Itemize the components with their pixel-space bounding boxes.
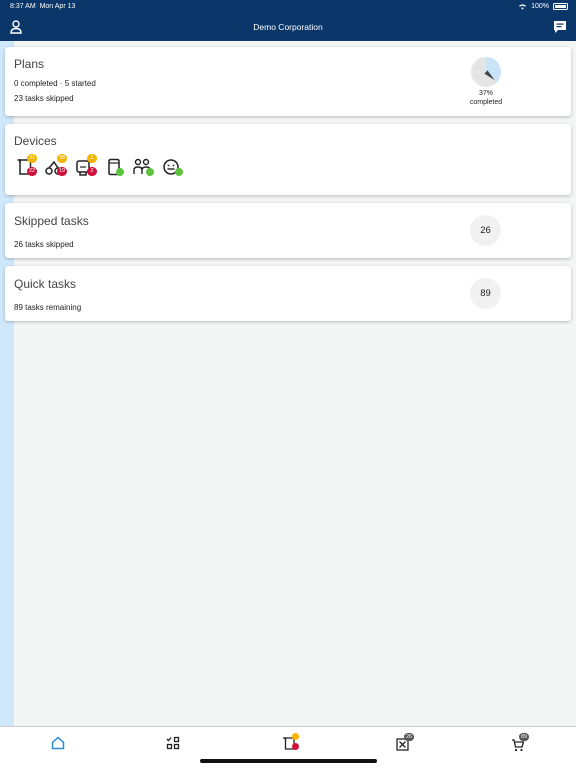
device-badge-red: 19 — [57, 167, 68, 176]
chat-icon[interactable] — [552, 19, 568, 35]
plans-summary: 0 completed · 5 started — [14, 79, 96, 88]
plans-title: Plans — [14, 57, 45, 71]
device-badge-red: 22 — [27, 167, 38, 176]
tab-printers[interactable] — [282, 733, 302, 753]
battery-icon — [553, 3, 568, 10]
device-status-ok — [175, 168, 183, 176]
tab-cart[interactable]: 89 — [511, 733, 535, 753]
printer-error-dot — [292, 743, 299, 750]
devices-title: Devices — [14, 134, 57, 148]
device-face[interactable] — [162, 155, 186, 179]
tab-home[interactable] — [50, 735, 66, 751]
device-people[interactable] — [132, 155, 156, 179]
tab-checklist[interactable] — [165, 735, 181, 751]
page-title: Demo Corporation — [253, 22, 323, 32]
skipped-tasks-count: 26 — [470, 215, 501, 246]
progress-caption: completed — [469, 98, 503, 106]
progress-pie-chart — [471, 57, 501, 87]
wifi-icon — [519, 4, 527, 10]
quick-tasks-card[interactable]: Quick tasks 89 tasks remaining 89 — [5, 266, 571, 321]
progress-percent: 37% — [478, 90, 493, 97]
device-badge-yellow: 31 — [27, 154, 38, 163]
checklist-icon — [166, 736, 180, 750]
home-indicator — [200, 759, 377, 763]
battery-percent: 100% — [531, 3, 549, 10]
skipped-tasks-card[interactable]: Skipped tasks 26 tasks skipped 26 — [5, 203, 571, 258]
quick-tasks-title: Quick tasks — [14, 277, 77, 291]
device-printer[interactable]: 31 22 — [14, 154, 38, 179]
status-right: 100% — [518, 3, 568, 10]
device-status-ok — [116, 168, 124, 176]
device-scanner[interactable]: 36 19 — [44, 154, 68, 179]
tab-cart-badge: 89 — [519, 733, 530, 741]
status-time: 8:37 AM Mon Apr 13 — [10, 3, 76, 10]
device-badge-yellow: 36 — [57, 154, 68, 163]
tab-skipped[interactable]: 26 — [396, 733, 420, 753]
home-icon — [51, 736, 65, 750]
plans-skipped: 23 tasks skipped — [14, 94, 74, 103]
plans-card[interactable]: Plans 0 completed · 5 started 23 tasks s… — [5, 47, 571, 116]
devices-card[interactable]: Devices 31 22 36 19 1 2 — [5, 124, 571, 195]
status-bar: 8:37 AM Mon Apr 13 100% — [0, 0, 576, 13]
quick-tasks-subtitle: 89 tasks remaining — [14, 303, 82, 312]
device-scale[interactable] — [104, 155, 128, 179]
quick-tasks-count: 89 — [470, 278, 501, 309]
device-label-printer[interactable]: 1 2 — [74, 154, 98, 179]
progress-label: 37% completed — [460, 90, 512, 107]
skipped-tasks-subtitle: 26 tasks skipped — [14, 240, 74, 249]
device-badge-red: 2 — [87, 167, 97, 176]
device-status-ok — [146, 168, 154, 176]
app-header: Demo Corporation — [0, 13, 576, 41]
tab-skipped-badge: 26 — [404, 733, 415, 741]
device-badge-yellow: 1 — [87, 154, 97, 163]
printer-warning-dot — [292, 733, 299, 740]
skipped-tasks-title: Skipped tasks — [14, 214, 89, 228]
